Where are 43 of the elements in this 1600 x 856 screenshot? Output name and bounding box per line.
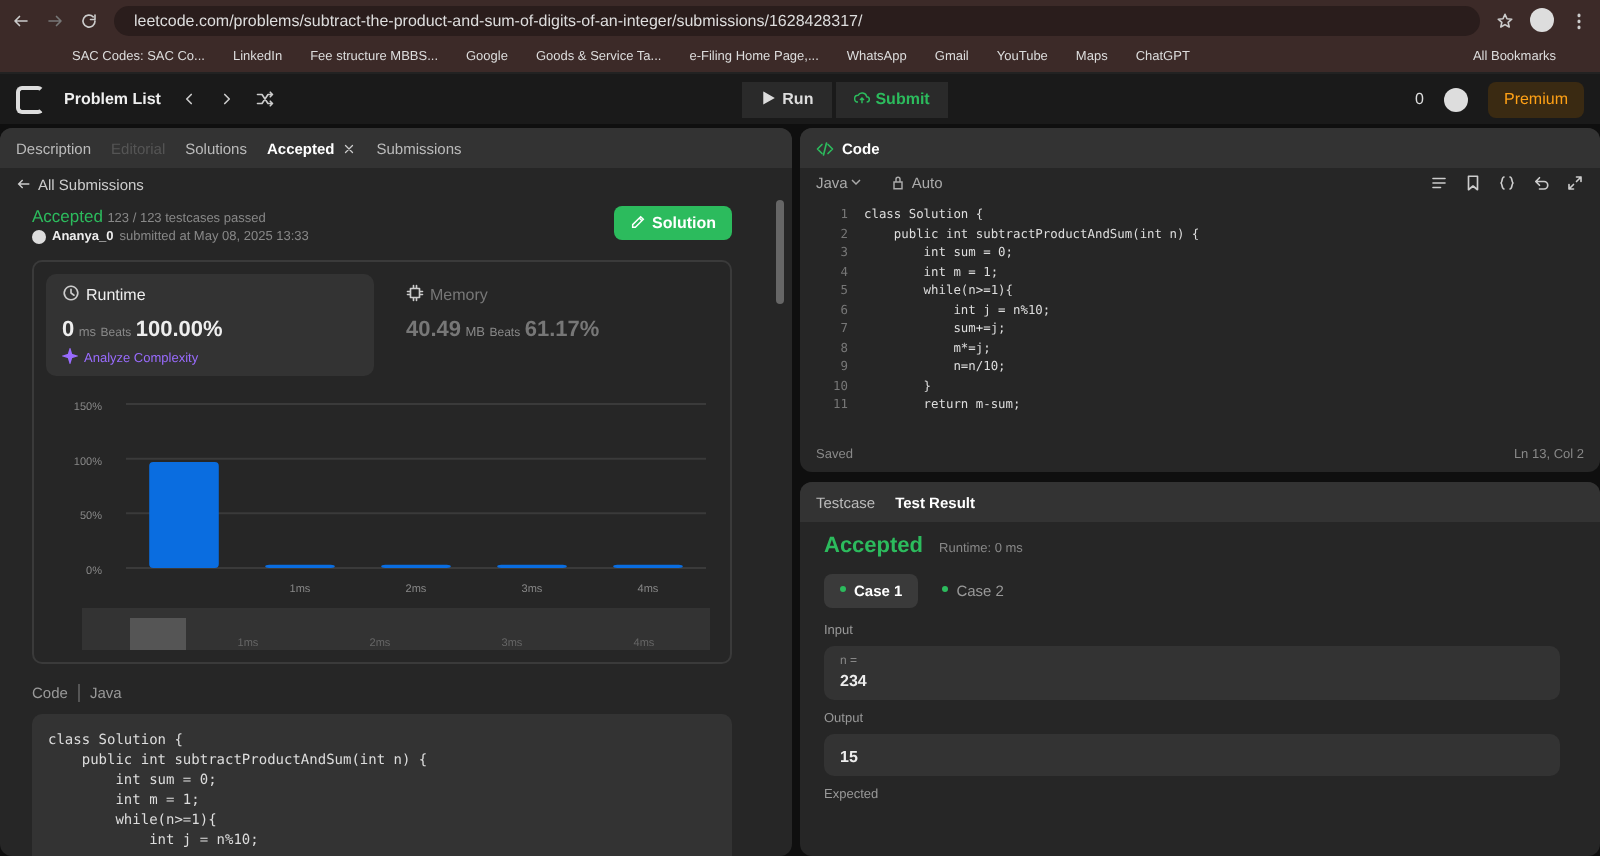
shuffle-icon[interactable] [256,90,275,108]
format-icon[interactable] [1430,174,1448,192]
address-field[interactable]: leetcode.com/problems/subtract-the-product-and-sum-of-digits-of-an-integer/submissions/1628428317/ [114,5,1480,35]
bookmark-icon[interactable] [1464,174,1482,192]
brush-handle[interactable] [130,618,186,650]
user-avatar [32,230,46,244]
input-value: 234 [840,672,869,690]
memory-title: Memory [430,286,488,304]
code-icon [816,139,834,157]
reload-icon[interactable] [80,11,98,29]
back-arrow-icon [16,176,32,192]
star-icon[interactable] [1496,11,1514,29]
bar [149,461,219,568]
chip-icon [406,284,424,302]
submit-button[interactable]: Submit [835,81,948,117]
beats-value: 61.17% [524,318,600,342]
close-icon[interactable] [342,141,357,155]
output-value: 15 [840,748,860,766]
back-icon[interactable] [12,11,30,29]
expand-icon[interactable] [1566,174,1584,192]
runtime-title: Runtime [86,286,146,304]
premium-button[interactable]: Premium [1487,81,1584,117]
runtime-value: 0 [62,318,75,342]
caret-icon [847,174,864,190]
streak-count[interactable]: 0 [1415,90,1424,108]
result-status: Accepted [824,534,924,558]
forward-icon[interactable] [46,11,64,29]
play-icon [760,90,777,106]
status-text: Accepted [32,206,103,226]
beats-value: 100.00% [135,318,223,342]
lock-icon [889,174,906,190]
cloud-upload-icon [853,90,870,106]
sparkle-icon [62,348,78,364]
pencil-icon [630,214,646,230]
logo-icon[interactable] [16,85,44,113]
run-button[interactable]: Run [742,81,832,117]
user-avatar[interactable] [1443,87,1468,111]
profile-avatar[interactable] [1530,8,1554,32]
braces-icon[interactable] [1498,174,1516,192]
reset-icon[interactable] [1532,174,1550,192]
problem-list-link[interactable]: Problem List [64,90,161,108]
memory-value: 40.49 [406,318,462,342]
clock-icon [62,284,80,302]
